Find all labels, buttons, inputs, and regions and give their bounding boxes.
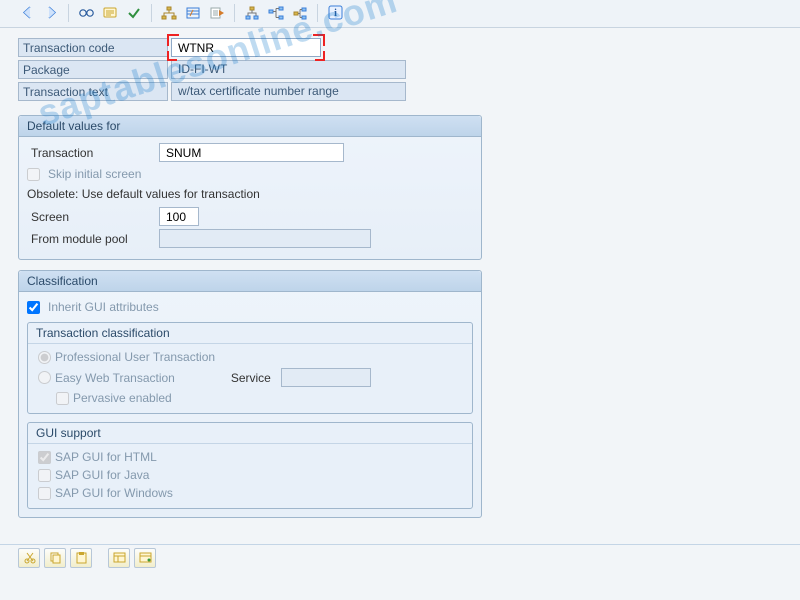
cut-button[interactable] xyxy=(18,548,40,568)
glasses-icon[interactable] xyxy=(77,4,95,22)
skip-initial-label: Skip initial screen xyxy=(48,167,141,181)
subgroup-gui-support: GUI support SAP GUI for HTML SAP GUI for… xyxy=(27,422,473,509)
package-value: ID-FI-WT xyxy=(171,60,406,79)
pervasive-label: Pervasive enabled xyxy=(73,391,172,405)
svg-text:i: i xyxy=(334,8,337,19)
worklist-icon[interactable] xyxy=(208,4,226,22)
screen-label: Screen xyxy=(27,209,159,225)
info-icon[interactable]: i xyxy=(326,4,344,22)
hierarchy-3-icon[interactable] xyxy=(291,4,309,22)
package-label: Package xyxy=(18,60,168,79)
radio-professional-label: Professional User Transaction xyxy=(55,350,215,364)
app-toolbar: i xyxy=(0,0,800,28)
service-label: Service xyxy=(231,371,271,385)
layout-1-button[interactable] xyxy=(108,548,130,568)
hierarchy-2-icon[interactable] xyxy=(267,4,285,22)
inherit-gui-label: Inherit GUI attributes xyxy=(48,300,159,314)
ttext-value: w/tax certificate number range xyxy=(171,82,406,101)
subgroup-gui-title: GUI support xyxy=(28,423,472,444)
module-pool-input xyxy=(159,229,371,248)
main-content: saptablesonline.com Transaction code Pac… xyxy=(0,28,800,570)
footer-toolbar xyxy=(0,544,800,570)
where-used-icon[interactable] xyxy=(160,4,178,22)
toolbar-separator xyxy=(68,4,69,22)
transaction-label: Transaction xyxy=(27,145,159,161)
gui-java-label: SAP GUI for Java xyxy=(55,468,149,482)
pervasive-checkbox[interactable] xyxy=(56,392,69,405)
object-list-icon[interactable] xyxy=(184,4,202,22)
radio-professional[interactable] xyxy=(38,351,51,364)
group-default-values-title: Default values for xyxy=(19,116,481,137)
gui-win-label: SAP GUI for Windows xyxy=(55,486,173,500)
gui-java-checkbox[interactable] xyxy=(38,469,51,482)
gui-html-checkbox[interactable] xyxy=(38,451,51,464)
paste-button[interactable] xyxy=(70,548,92,568)
group-classification: Classification Inherit GUI attributes Tr… xyxy=(18,270,482,518)
group-default-values: Default values for Transaction Skip init… xyxy=(18,115,482,260)
gui-win-checkbox[interactable] xyxy=(38,487,51,500)
toolbar-separator xyxy=(151,4,152,22)
tcode-focus xyxy=(171,38,321,57)
layout-2-button[interactable] xyxy=(134,548,156,568)
group-classification-title: Classification xyxy=(19,271,481,292)
module-pool-label: From module pool xyxy=(27,231,159,247)
transaction-input[interactable] xyxy=(159,143,344,162)
tcode-label: Transaction code xyxy=(18,38,168,57)
skip-initial-checkbox[interactable] xyxy=(27,168,40,181)
tcode-input[interactable] xyxy=(171,38,321,57)
forward-icon[interactable] xyxy=(42,4,60,22)
back-icon[interactable] xyxy=(18,4,36,22)
subgroup-transaction-classification: Transaction classification Professional … xyxy=(27,322,473,414)
toolbar-separator xyxy=(317,4,318,22)
toolbar-separator xyxy=(234,4,235,22)
radio-easyweb-label: Easy Web Transaction xyxy=(55,371,175,385)
subgroup-tc-title: Transaction classification xyxy=(28,323,472,344)
copy-button[interactable] xyxy=(44,548,66,568)
gui-html-label: SAP GUI for HTML xyxy=(55,450,157,464)
ttext-label: Transaction text xyxy=(18,82,168,101)
check-icon[interactable] xyxy=(125,4,143,22)
obsolete-text: Obsolete: Use default values for transac… xyxy=(27,183,473,207)
service-input xyxy=(281,368,371,387)
screen-input[interactable] xyxy=(159,207,199,226)
radio-easyweb[interactable] xyxy=(38,371,51,384)
inherit-gui-checkbox[interactable] xyxy=(27,301,40,314)
hierarchy-1-icon[interactable] xyxy=(243,4,261,22)
display-change-icon[interactable] xyxy=(101,4,119,22)
